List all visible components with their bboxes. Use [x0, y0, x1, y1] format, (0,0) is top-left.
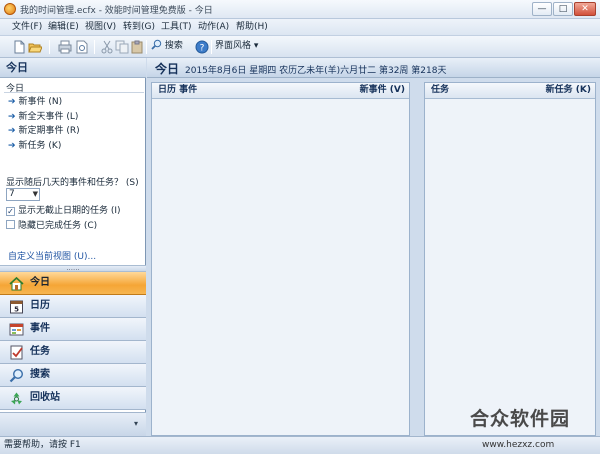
calendar-events-title: 日历 事件: [158, 85, 198, 95]
toolbar-separator: [94, 40, 95, 54]
copy-icon[interactable]: [115, 40, 129, 54]
chevron-down-icon: ▾: [253, 41, 259, 51]
nav-search-label: 搜索: [30, 369, 50, 380]
cut-icon[interactable]: [100, 40, 114, 54]
menu-help[interactable]: 帮助(H): [236, 21, 268, 34]
main-header: 今日 2015年8月6日 星期四 农历乙未年(羊)六月廿二 第32周 第218天: [147, 58, 600, 78]
nav-tasks-label: 任务: [30, 346, 50, 357]
divider: [4, 92, 144, 93]
status-text: 需要帮助，请按 F1: [4, 440, 81, 450]
arrow-right-icon: ➔: [8, 112, 16, 122]
calendar-events-header: 日历 事件 新事件 (V): [152, 83, 409, 99]
calendar-icon: 5: [10, 300, 23, 314]
tasks-header: 任务 新任务 (K): [425, 83, 595, 99]
watermark-logo: 合众软件园: [470, 408, 571, 430]
toolbar-search-button[interactable]: 搜索: [148, 39, 186, 55]
menu-bar: 文件(F) 编辑(E) 视图(V) 转到(G) 工具(T) 动作(A) 帮助(H…: [0, 19, 600, 36]
new-task-header-link[interactable]: 新任务 (K): [546, 83, 591, 98]
toolbar-separator: [146, 40, 147, 54]
tasks-title: 任务: [431, 85, 450, 95]
open-folder-icon[interactable]: [28, 40, 42, 54]
chevron-down-icon: ▼: [32, 190, 38, 198]
menu-edit[interactable]: 编辑(E): [48, 21, 79, 34]
menu-file[interactable]: 文件(F): [12, 21, 42, 34]
close-button[interactable]: ✕: [574, 2, 596, 16]
search-icon: [9, 368, 24, 383]
date-info: 2015年8月6日 星期四 农历乙未年(羊)六月廿二 第32周 第218天: [185, 66, 447, 76]
tasks-pane: 任务 新任务 (K): [424, 82, 596, 436]
paste-icon[interactable]: [130, 40, 144, 54]
checkbox-unchecked[interactable]: [6, 220, 15, 229]
hide-completed-label: 隐藏已完成任务 (C): [18, 221, 98, 231]
minimize-button[interactable]: —: [532, 2, 552, 16]
search-label: 搜索: [164, 41, 183, 51]
nav-events-label: 事件: [30, 323, 50, 334]
calendar-events-pane: 日历 事件 新事件 (V): [151, 82, 410, 436]
new-event-header-link[interactable]: 新事件 (V): [360, 83, 405, 98]
recycle-bin-icon: [11, 392, 22, 405]
nav-search[interactable]: 搜索: [0, 364, 146, 387]
arrow-right-icon: ➔: [8, 97, 16, 107]
calendar-events-list[interactable]: [152, 99, 409, 435]
interface-style-label: 界面风格: [215, 41, 252, 51]
arrow-right-icon: ➔: [8, 141, 16, 151]
nav-recycle-bin[interactable]: 回收站: [0, 387, 146, 410]
interface-style-dropdown[interactable]: 界面风格 ▾: [215, 39, 258, 55]
left-panel: 今日 今日 ➔ 新事件 (N) ➔ 新全天事件 (L) ➔ 新定期事件 (R) ➔ 新任…: [0, 58, 146, 436]
toolbar: 搜索 ? 界面风格 ▾: [0, 36, 600, 58]
menu-goto[interactable]: 转到(G): [123, 21, 155, 34]
new-recurring-event-link[interactable]: ➔ 新定期事件 (R): [8, 125, 80, 138]
title-bar: 我的时间管理.ecfx - 效能时间管理免费版 - 今日 — □ ✕: [0, 0, 600, 19]
menu-action[interactable]: 动作(A): [198, 21, 229, 34]
search-icon: [151, 39, 162, 50]
menu-tools[interactable]: 工具(T): [161, 21, 192, 34]
toolbar-separator: [211, 40, 212, 54]
new-all-day-event-link[interactable]: ➔ 新全天事件 (L): [8, 111, 78, 124]
nav-today-label: 今日: [30, 277, 50, 288]
task-icon: [10, 345, 23, 360]
watermark-url: www.hezxz.com: [482, 440, 555, 450]
days-ahead-select[interactable]: 7 ▼: [6, 188, 40, 201]
menu-view[interactable]: 视图(V): [85, 21, 116, 34]
nav-events[interactable]: 事件: [0, 318, 146, 341]
new-task-label: 新任务 (K): [18, 141, 62, 151]
new-recurring-event-label: 新定期事件 (R): [18, 126, 80, 136]
nav-calendar-label: 日历: [30, 300, 50, 311]
help-icon[interactable]: ?: [195, 40, 209, 54]
nav-tasks[interactable]: 任务: [0, 341, 146, 364]
toolbar-separator: [49, 40, 50, 54]
nav-configure-button[interactable]: ▾: [0, 412, 146, 436]
hide-completed-checkbox[interactable]: 隐藏已完成任务 (C): [6, 220, 97, 233]
status-bar: 需要帮助，请按 F1 www.hezxz.com: [0, 436, 600, 454]
left-panel-header: 今日: [0, 58, 146, 78]
app-clock-icon: [4, 3, 16, 15]
show-no-deadline-label: 显示无截止日期的任务 (I): [18, 206, 121, 216]
new-task-link[interactable]: ➔ 新任务 (K): [8, 140, 61, 153]
maximize-button[interactable]: □: [553, 2, 573, 16]
main-area: 今日 2015年8月6日 星期四 农历乙未年(羊)六月廿二 第32周 第218天…: [147, 58, 600, 436]
new-document-icon[interactable]: [12, 40, 26, 54]
window-title: 我的时间管理.ecfx - 效能时间管理免费版 - 今日: [20, 6, 213, 16]
print-preview-icon[interactable]: [75, 40, 89, 54]
svg-text:?: ?: [200, 44, 205, 54]
new-event-link[interactable]: ➔ 新事件 (N): [8, 96, 62, 109]
tasks-list[interactable]: [425, 99, 595, 435]
arrow-right-icon: ➔: [8, 126, 16, 136]
event-icon: [9, 323, 24, 336]
nav-recycle-bin-label: 回收站: [30, 392, 60, 403]
svg-text:5: 5: [14, 306, 19, 314]
show-no-deadline-checkbox[interactable]: ✓ 显示无截止日期的任务 (I): [6, 205, 121, 218]
nav-today[interactable]: 今日: [0, 272, 146, 295]
nav-calendar[interactable]: 5 日历: [0, 295, 146, 318]
customize-view-link[interactable]: 自定义当前视图 (U)...: [8, 249, 96, 262]
print-icon[interactable]: [58, 40, 72, 54]
home-icon: [9, 276, 24, 291]
days-ahead-value: 7: [9, 189, 15, 199]
new-event-label: 新事件 (N): [18, 97, 63, 107]
days-ahead-label: 显示随后几天的事件和任务？ (S): [6, 178, 139, 188]
new-all-day-event-label: 新全天事件 (L): [18, 112, 79, 122]
checkbox-checked[interactable]: ✓: [6, 207, 15, 216]
panel-splitter[interactable]: ......: [0, 265, 146, 272]
page-title: 今日: [155, 62, 180, 76]
